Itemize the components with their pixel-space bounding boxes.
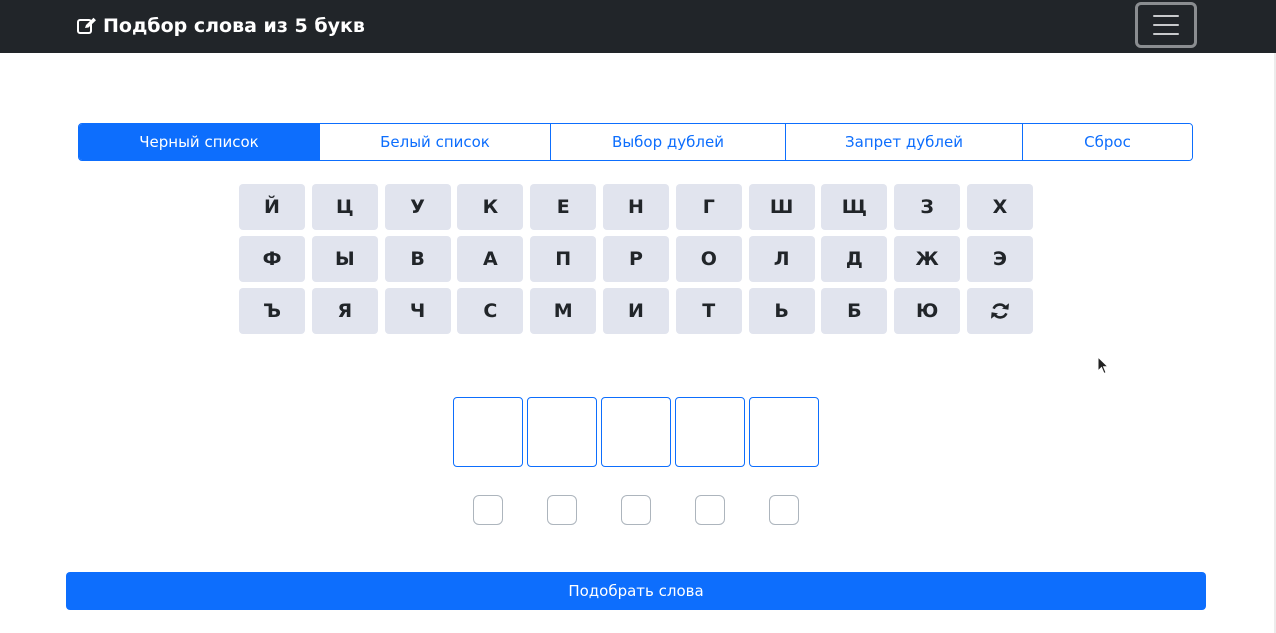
key-button[interactable]: В bbox=[384, 236, 451, 282]
key-button[interactable]: У bbox=[384, 184, 451, 230]
key-button[interactable]: Т bbox=[675, 288, 742, 334]
refresh-button[interactable] bbox=[966, 288, 1033, 334]
brand[interactable]: Подбор слова из 5 букв bbox=[77, 13, 365, 39]
position-checkbox-4[interactable] bbox=[695, 495, 725, 525]
letter-input-group bbox=[453, 397, 819, 467]
key-button[interactable]: Ю bbox=[894, 288, 961, 334]
position-checkbox-3[interactable] bbox=[621, 495, 651, 525]
key-button[interactable]: Ж bbox=[894, 236, 961, 282]
letter-input-4[interactable] bbox=[675, 397, 745, 467]
key-button[interactable]: П bbox=[530, 236, 597, 282]
position-checkbox-2[interactable] bbox=[547, 495, 577, 525]
key-button[interactable]: Я bbox=[311, 288, 378, 334]
key-button[interactable]: Э bbox=[966, 236, 1033, 282]
key-button[interactable]: Б bbox=[821, 288, 888, 334]
key-button[interactable]: Р bbox=[602, 236, 669, 282]
key-button[interactable]: Ц bbox=[311, 184, 378, 230]
key-button[interactable]: Г bbox=[675, 184, 742, 230]
key-button[interactable]: Ч bbox=[384, 288, 451, 334]
tab-forbid-duplicates[interactable]: Запрет дублей bbox=[786, 124, 1023, 160]
key-button[interactable]: И bbox=[602, 288, 669, 334]
key-button[interactable]: Х bbox=[966, 184, 1033, 230]
position-checkbox-1[interactable] bbox=[473, 495, 503, 525]
keyboard-row: Ъ Я Ч С М И Т Ь Б Ю bbox=[239, 288, 1033, 334]
menu-toggle-button[interactable] bbox=[1135, 2, 1197, 48]
tab-blacklist[interactable]: Черный список bbox=[79, 124, 320, 160]
letter-input-2[interactable] bbox=[527, 397, 597, 467]
key-button[interactable]: З bbox=[894, 184, 961, 230]
key-button[interactable]: Д bbox=[821, 236, 888, 282]
key-button[interactable]: М bbox=[530, 288, 597, 334]
hamburger-icon-line bbox=[1153, 15, 1179, 17]
key-button[interactable]: Е bbox=[530, 184, 597, 230]
find-words-button[interactable]: Подобрать слова bbox=[66, 572, 1206, 610]
key-button[interactable]: Н bbox=[602, 184, 669, 230]
key-button[interactable]: Л bbox=[748, 236, 815, 282]
letter-input-3[interactable] bbox=[601, 397, 671, 467]
key-button[interactable]: К bbox=[457, 184, 524, 230]
edit-icon bbox=[77, 17, 97, 35]
keyboard-row: Ф Ы В А П Р О Л Д Ж Э bbox=[239, 236, 1033, 282]
tab-whitelist[interactable]: Белый список bbox=[320, 124, 551, 160]
hamburger-icon-line bbox=[1153, 24, 1179, 26]
keyboard-row: Й Ц У К Е Н Г Ш Щ З Х bbox=[239, 184, 1033, 230]
mouse-pointer-icon bbox=[1097, 355, 1110, 381]
key-button[interactable]: А bbox=[457, 236, 524, 282]
letter-keyboard: Й Ц У К Е Н Г Ш Щ З Х Ф Ы В А П Р О Л Д … bbox=[239, 184, 1033, 340]
position-checkbox-5[interactable] bbox=[769, 495, 799, 525]
key-button[interactable]: Ъ bbox=[239, 288, 305, 334]
position-checkbox-group bbox=[473, 495, 799, 525]
mode-tabs: Черный список Белый список Выбор дублей … bbox=[78, 123, 1193, 161]
key-button[interactable]: Ы bbox=[311, 236, 378, 282]
page-title: Подбор слова из 5 букв bbox=[103, 15, 365, 37]
refresh-icon bbox=[990, 302, 1010, 320]
key-button[interactable]: Ш bbox=[748, 184, 815, 230]
key-button[interactable]: Ф bbox=[239, 236, 305, 282]
letter-input-5[interactable] bbox=[749, 397, 819, 467]
key-button[interactable]: Ь bbox=[748, 288, 815, 334]
key-button[interactable]: Щ bbox=[821, 184, 888, 230]
key-button[interactable]: О bbox=[675, 236, 742, 282]
letter-input-1[interactable] bbox=[453, 397, 523, 467]
navbar: Подбор слова из 5 букв bbox=[0, 0, 1276, 53]
key-button[interactable]: Й bbox=[239, 184, 305, 230]
hamburger-icon-line bbox=[1153, 33, 1179, 35]
tab-select-duplicates[interactable]: Выбор дублей bbox=[551, 124, 786, 160]
key-button[interactable]: С bbox=[457, 288, 524, 334]
tab-reset[interactable]: Сброс bbox=[1023, 124, 1192, 160]
